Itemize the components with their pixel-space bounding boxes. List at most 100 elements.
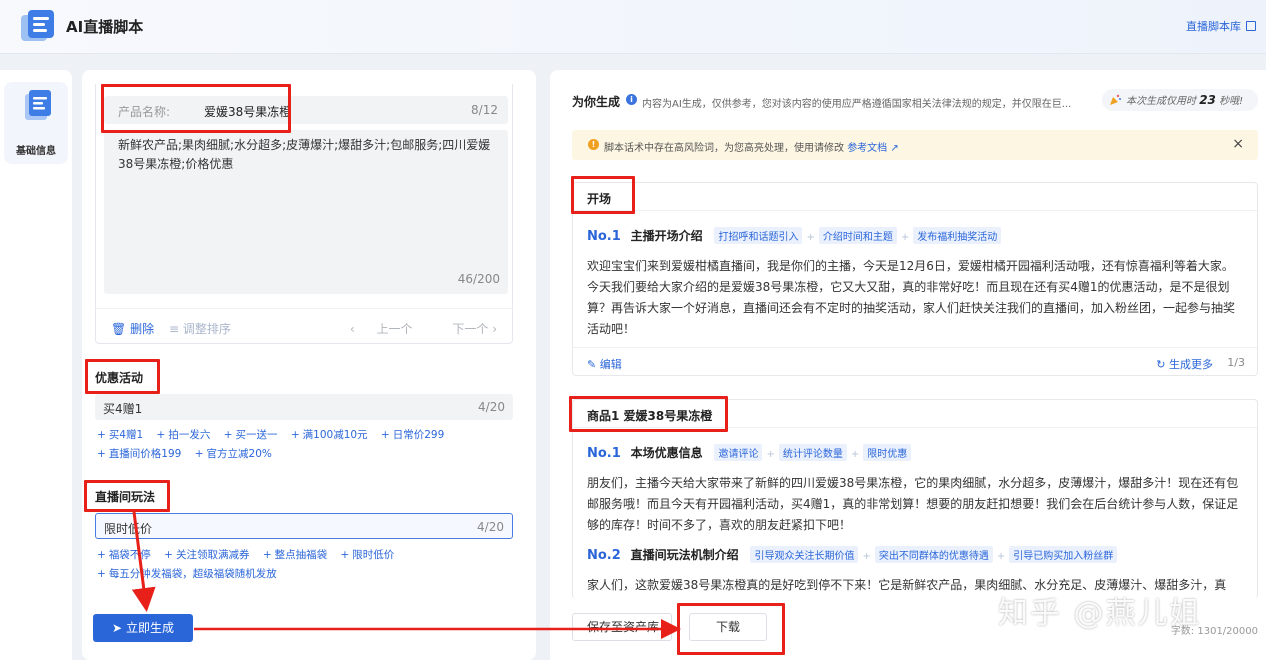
result-title: 为你生成 xyxy=(572,95,621,109)
sort-button[interactable]: ≡ 调整排序 xyxy=(169,320,231,337)
section-header: 开场 xyxy=(573,183,1257,211)
watermark: 知乎 @燕儿姐 xyxy=(998,596,1202,631)
section-header: 商品1 爱媛38号果冻橙 xyxy=(573,400,1257,428)
product-name-label: 产品名称: xyxy=(118,105,171,119)
info-icon: i xyxy=(626,94,637,105)
section-title: 开场 xyxy=(587,192,612,206)
warning-icon: ! xyxy=(588,139,599,150)
sidebar: 基础信息 xyxy=(0,70,72,660)
prev-button[interactable]: ‹ 上一个 xyxy=(350,322,413,336)
delete-button[interactable]: 🗑︎ 删除 xyxy=(111,320,154,337)
segment-number: No.1 xyxy=(587,229,621,244)
edit-button[interactable]: ✎ 编辑 xyxy=(587,356,622,372)
plus-icon: + xyxy=(806,232,815,243)
party-popper-icon xyxy=(1110,94,1121,105)
segment-tag: 突出不同群体的优惠待遇 xyxy=(874,546,993,563)
generate-button[interactable]: ➤ 立即生成 xyxy=(93,614,193,642)
segment-number: No.1 xyxy=(587,446,621,461)
script-library-label: 直播脚本库 xyxy=(1186,20,1241,33)
play-title: 直播间玩法 xyxy=(95,490,156,504)
generate-more-button[interactable]: ↻ 生成更多 xyxy=(1156,356,1213,372)
delete-label: 删除 xyxy=(130,322,155,336)
segment-header: No.2 直播间玩法机制介绍 引导观众关注长期价值 + 突出不同群体的优惠待遇 + 引导… xyxy=(587,546,1118,563)
segment-name: 本场优惠信息 xyxy=(630,446,703,460)
promo-chip[interactable]: + 拍一发六 xyxy=(157,429,211,441)
time-badge: 本次生成仅用时 23 秒哦! xyxy=(1102,89,1258,111)
section-footer: ✎ 编辑 ↻ 生成更多 1/3 xyxy=(573,347,1257,377)
segment-tag: 打招呼和话题引入 xyxy=(714,227,803,244)
product-pager: ‹ 上一个 下一个 › xyxy=(332,320,497,337)
script-library-link[interactable]: 直播脚本库 xyxy=(1186,18,1256,34)
segment-header: No.1 本场优惠信息 邀请评论 + 统计评论数量 + 限时优惠 xyxy=(587,444,912,461)
section-opening: 开场 No.1 主播开场介绍 打招呼和话题引入 + 介绍时间和主题 + 发布福利抽奖活动… xyxy=(572,182,1258,376)
plus-icon: + xyxy=(900,232,910,243)
play-input[interactable]: 限时低价 4/20 xyxy=(95,513,513,539)
result-panel: 为你生成 i 内容为AI生成，仅供参考，您对该内容的使用应严格遵循国家相关法律法… xyxy=(550,70,1266,660)
segment-tag: 邀请评论 xyxy=(714,444,763,461)
promo-chips: + 买4赠1 + 拍一发六 + 买一送一 + 满100减10元 + 日常价299 + 直播间… xyxy=(97,426,511,464)
sidebar-item-basic-info[interactable]: 基础信息 xyxy=(4,82,68,164)
promo-chip[interactable]: + 买一送一 xyxy=(224,429,278,441)
segment-text: 朋友们，主播今天给大家带来了新鲜的四川爱媛38号果冻橙，它的果肉细腻，水分超多，… xyxy=(587,476,1239,532)
play-chip[interactable]: + 整点抽福袋 xyxy=(263,549,327,561)
product-card-footer: 🗑︎ 删除 ≡ 调整排序 ‹ 上一个 下一个 › xyxy=(95,308,513,344)
top-bar: AI直播脚本 直播脚本库 xyxy=(0,0,1266,54)
refresh-icon: ↻ xyxy=(1156,358,1166,371)
time-value: 23 xyxy=(1199,93,1216,107)
play-chip[interactable]: + 限时低价 xyxy=(340,549,394,561)
promo-input[interactable]: 买4赠1 4/20 xyxy=(95,394,513,420)
app-title: AI直播脚本 xyxy=(66,18,144,36)
promo-count: 4/20 xyxy=(478,400,505,414)
promo-chip[interactable]: + 直播间价格199 xyxy=(97,448,181,460)
segment-number: No.2 xyxy=(587,548,621,563)
warning-message: 脚本话术中存在高风险词，为您高亮处理，使用请修改 xyxy=(604,143,844,154)
product-name-value: 爱媛38号果冻橙 xyxy=(204,105,292,119)
time-prefix: 本次生成仅用时 xyxy=(1126,96,1196,107)
pencil-icon: ✎ xyxy=(587,358,597,371)
page-indicator: 1/3 xyxy=(1227,356,1245,369)
generate-more-label: 生成更多 xyxy=(1169,358,1213,371)
app-logo-icon xyxy=(21,10,54,41)
external-link-icon: ↗ xyxy=(890,143,899,154)
segment-tag: 介绍时间和主题 xyxy=(818,227,897,244)
plus-icon: + xyxy=(862,551,871,562)
segment-name: 直播间玩法机制介绍 xyxy=(630,548,739,562)
document-icon xyxy=(25,90,51,120)
time-suffix: 秒哦! xyxy=(1219,96,1244,107)
segment-tag: 发布福利抽奖活动 xyxy=(913,227,1002,244)
segment-tag: 引导观众关注长期价值 xyxy=(750,546,859,563)
product-desc-field[interactable]: 新鲜农产品;果肉细腻;水分超多;皮薄爆汁;爆甜多汁;包邮服务;四川爱媛38号果冻… xyxy=(104,130,508,294)
product-name-field[interactable]: 产品名称: 爱媛38号果冻橙 8/12 xyxy=(104,96,508,124)
generate-label: 立即生成 xyxy=(125,621,174,635)
risk-warning-banner: ! 脚本话术中存在高风险词，为您高亮处理，使用请修改 参考文档 ↗ × xyxy=(572,130,1258,160)
sort-label: 调整排序 xyxy=(182,322,231,336)
promo-chip[interactable]: + 日常价299 xyxy=(381,429,444,441)
play-chip[interactable]: + 关注领取满减券 xyxy=(164,549,249,561)
promo-chip[interactable]: + 买4赠1 xyxy=(97,429,143,441)
play-chip[interactable]: + 每五分钟发福袋，超级福袋随机发放 xyxy=(97,568,277,580)
play-chip[interactable]: + 福袋不停 xyxy=(97,549,151,561)
play-count: 4/20 xyxy=(477,520,504,534)
next-button[interactable]: 下一个 › xyxy=(434,322,497,336)
promo-chip[interactable]: + 官方立减20% xyxy=(195,448,272,460)
warning-text: 脚本话术中存在高风险词，为您高亮处理，使用请修改 参考文档 ↗ xyxy=(604,139,899,154)
segment-text: 欢迎宝宝们来到爱媛柑橘直播间，我是你们的主播，今天是12月6日，爱媛柑橘开园福利… xyxy=(587,259,1236,336)
close-icon[interactable]: × xyxy=(1232,136,1244,152)
segment-name: 主播开场介绍 xyxy=(630,229,703,243)
section-title: 商品1 爱媛38号果冻橙 xyxy=(587,409,713,423)
download-button[interactable]: 下载 xyxy=(689,613,767,641)
segment-tag: 统计评论数量 xyxy=(778,444,847,461)
send-icon: ➤ xyxy=(112,621,123,635)
segment-tag: 引导已购买加入粉丝群 xyxy=(1009,546,1118,563)
sort-icon: ≡ xyxy=(169,322,180,336)
section-product-1: 商品1 爱媛38号果冻橙 No.1 本场优惠信息 邀请评论 + 统计评论数量 + 限时优… xyxy=(572,399,1258,599)
product-desc-count: 46/200 xyxy=(457,272,500,286)
play-value: 限时低价 xyxy=(104,522,153,536)
promo-chip[interactable]: + 满100减10元 xyxy=(291,429,368,441)
result-note: 内容为AI生成，仅供参考，您对该内容的使用应严格遵循国家相关法律法规的规定，并仅… xyxy=(642,99,1072,110)
segment-header: No.1 主播开场介绍 打招呼和话题引入 + 介绍时间和主题 + 发布福利抽奖活动 xyxy=(587,227,1002,244)
product-desc-text: 新鲜农产品;果肉细腻;水分超多;皮薄爆汁;爆甜多汁;包邮服务;四川爱媛38号果冻… xyxy=(118,138,491,171)
reference-doc-link[interactable]: 参考文档 ↗ xyxy=(847,143,899,154)
save-to-assets-button[interactable]: 保存至资产库 xyxy=(572,613,672,641)
plus-icon: + xyxy=(996,551,1006,562)
